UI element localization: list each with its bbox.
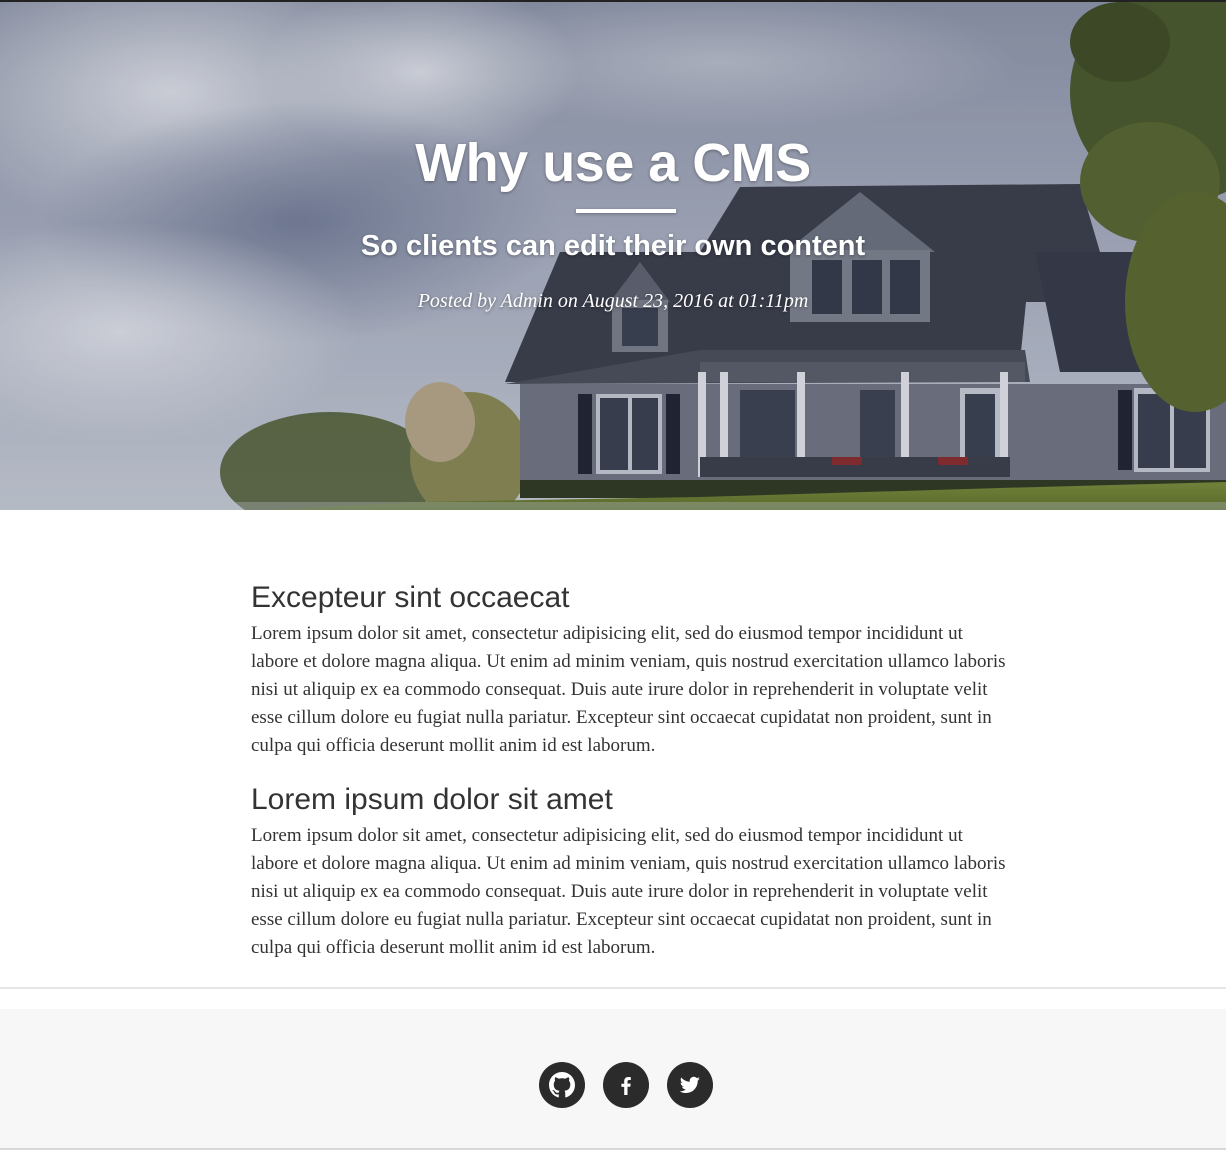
post-header: Why use a CMS So clients can edit their …: [0, 0, 1226, 510]
section-heading: Lorem ipsum dolor sit amet: [251, 783, 613, 816]
post-subtitle: So clients can edit their own content: [360, 230, 866, 262]
facebook-link[interactable]: [603, 1062, 649, 1108]
article-body: Excepteur sint occaecat Lorem ipsum dolo…: [0, 510, 1226, 988]
twitter-link[interactable]: [667, 1062, 713, 1108]
social-links: [539, 1062, 713, 1108]
section-heading: Excepteur sint occaecat: [251, 581, 570, 614]
section-paragraph: Lorem ipsum dolor sit amet, consectetur …: [251, 623, 1006, 756]
github-link[interactable]: [539, 1062, 585, 1108]
title-divider: [576, 209, 676, 213]
post-title: Why use a CMS: [415, 133, 811, 193]
facebook-icon: [621, 1077, 631, 1095]
content-divider: [0, 987, 1226, 989]
github-icon: [549, 1072, 575, 1098]
footer: [0, 1009, 1226, 1150]
post-meta: Posted by Admin on August 23, 2016 at 01…: [417, 290, 809, 312]
article-content: Excepteur sint occaecat Lorem ipsum dolo…: [251, 578, 1011, 982]
twitter-icon: [679, 1076, 700, 1093]
section-paragraph: Lorem ipsum dolor sit amet, consectetur …: [251, 825, 1006, 958]
